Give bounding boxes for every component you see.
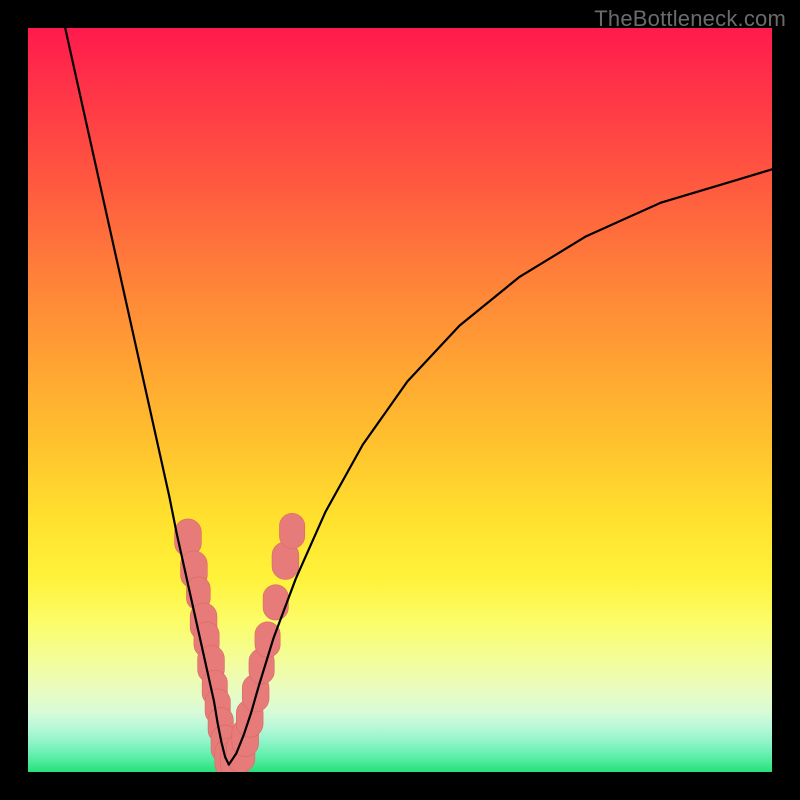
plot-area (28, 28, 772, 772)
markers-group (175, 513, 305, 772)
curve-left-branch (65, 28, 229, 765)
chart-frame: TheBottleneck.com (0, 0, 800, 800)
curve-right-branch (229, 169, 772, 764)
data-marker (263, 585, 288, 620)
data-marker (279, 513, 304, 548)
data-marker (255, 622, 280, 657)
chart-svg (28, 28, 772, 772)
